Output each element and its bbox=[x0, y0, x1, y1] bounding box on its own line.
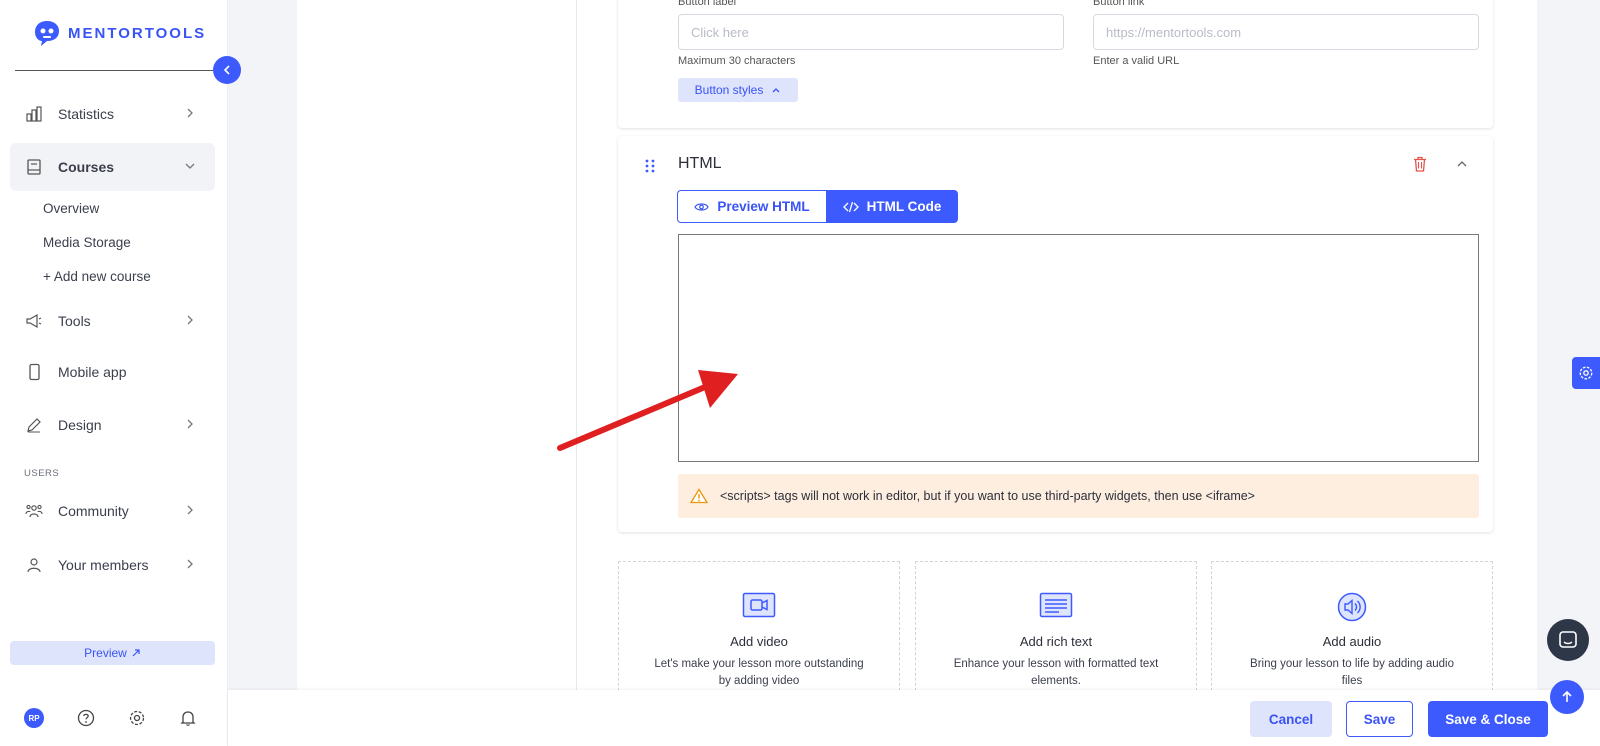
chevron-right-icon bbox=[187, 419, 193, 429]
sidebar-item-label: Design bbox=[58, 417, 102, 433]
tab-preview-html[interactable]: Preview HTML bbox=[677, 190, 826, 223]
drag-handle-icon[interactable] bbox=[644, 158, 656, 174]
book-icon bbox=[24, 157, 44, 177]
save-close-button[interactable]: Save & Close bbox=[1428, 701, 1548, 737]
settings-fab[interactable] bbox=[1572, 357, 1600, 389]
cancel-button[interactable]: Cancel bbox=[1250, 701, 1332, 737]
button-styles-toggle[interactable]: Button styles bbox=[678, 78, 798, 102]
robot-logo-icon bbox=[35, 21, 59, 46]
chat-launcher-button[interactable] bbox=[1547, 619, 1589, 661]
sidebar-item-label: Community bbox=[58, 503, 129, 519]
pencil-icon bbox=[24, 415, 44, 435]
add-rich-text-title: Add rich text bbox=[1019, 634, 1093, 649]
tab-label: HTML Code bbox=[866, 199, 942, 214]
bell-icon[interactable] bbox=[179, 709, 197, 727]
sidebar-item-design[interactable]: Design bbox=[10, 401, 215, 449]
sidebar-subitem-media-storage[interactable]: Media Storage bbox=[43, 235, 131, 250]
video-icon bbox=[742, 592, 776, 618]
chevron-right-icon bbox=[187, 315, 193, 325]
add-audio-card[interactable]: Add audio Bring your lesson to life by a… bbox=[1211, 561, 1493, 696]
save-button[interactable]: Save bbox=[1346, 701, 1413, 737]
rich-text-icon bbox=[1039, 592, 1073, 618]
add-audio-title: Add audio bbox=[1322, 634, 1382, 649]
audio-icon bbox=[1337, 592, 1367, 622]
chevron-right-icon bbox=[187, 505, 193, 515]
tab-label: Preview HTML bbox=[717, 199, 810, 214]
button-label-hint: Maximum 30 characters bbox=[678, 55, 796, 67]
warning-icon bbox=[690, 488, 708, 504]
chevron-right-icon bbox=[187, 108, 193, 118]
chevron-up-icon[interactable] bbox=[1456, 158, 1468, 170]
sidebar-item-your-members[interactable]: Your members bbox=[10, 541, 215, 589]
preview-button[interactable]: Preview bbox=[10, 641, 215, 665]
button-link-title: Button link bbox=[1093, 0, 1145, 8]
sidebar-item-courses[interactable]: Courses bbox=[10, 143, 215, 191]
scroll-to-top-button[interactable] bbox=[1550, 680, 1584, 714]
megaphone-icon bbox=[24, 311, 44, 331]
add-video-card[interactable]: Add video Let's make your lesson more ou… bbox=[618, 561, 900, 696]
button-link-input[interactable] bbox=[1093, 14, 1479, 50]
avatar[interactable]: RP bbox=[24, 708, 44, 728]
add-rich-text-card[interactable]: Add rich text Enhance your lesson with f… bbox=[915, 561, 1197, 696]
button-styles-label: Button styles bbox=[694, 83, 764, 97]
add-video-title: Add video bbox=[730, 634, 788, 649]
sidebar-item-tools[interactable]: Tools bbox=[10, 297, 215, 345]
help-icon[interactable] bbox=[77, 709, 95, 727]
html-tabs: Preview HTML HTML Code bbox=[677, 190, 958, 223]
arrow-up-icon bbox=[1562, 690, 1572, 702]
tab-html-code[interactable]: HTML Code bbox=[826, 190, 958, 223]
gear-icon bbox=[1579, 366, 1593, 380]
sidebar-item-statistics[interactable]: Statistics bbox=[10, 90, 215, 138]
logo[interactable]: MENTORTOOLS bbox=[32, 18, 206, 48]
script-warning: <scripts> tags will not work in editor, … bbox=[678, 474, 1479, 518]
preview-label: Preview bbox=[84, 646, 127, 660]
collapse-sidebar-button[interactable] bbox=[213, 56, 241, 84]
code-icon bbox=[842, 201, 859, 212]
button-label-title: Button label bbox=[678, 0, 737, 8]
external-link-icon bbox=[132, 649, 140, 657]
chevron-down-icon bbox=[185, 163, 195, 169]
phone-icon bbox=[24, 362, 44, 382]
html-block-title: HTML bbox=[678, 155, 722, 172]
sidebar-item-label: Mobile app bbox=[58, 364, 127, 380]
logo-text: MENTORTOOLS bbox=[68, 24, 207, 42]
sidebar-item-label: Tools bbox=[58, 313, 91, 329]
divider bbox=[15, 70, 213, 71]
chevron-up-icon bbox=[772, 88, 780, 93]
trash-icon[interactable] bbox=[1413, 156, 1427, 172]
sidebar-subitem-add-new-course[interactable]: + Add new course bbox=[43, 269, 151, 284]
sidebar-subitem-overview[interactable]: Overview bbox=[43, 201, 99, 216]
sidebar-item-mobile-app[interactable]: Mobile app bbox=[10, 348, 215, 396]
button-link-hint: Enter a valid URL bbox=[1093, 55, 1180, 67]
column-divider bbox=[576, 0, 577, 690]
button-label-input[interactable] bbox=[678, 14, 1064, 50]
sidebar-item-community[interactable]: Community bbox=[10, 487, 215, 535]
chevron-right-icon bbox=[187, 559, 193, 569]
gear-icon[interactable] bbox=[128, 709, 146, 727]
user-icon bbox=[24, 555, 44, 575]
warning-text: <scripts> tags will not work in editor, … bbox=[720, 489, 1255, 503]
sidebar-item-label: Courses bbox=[58, 159, 115, 175]
sidebar-footer: RP bbox=[24, 708, 197, 728]
html-code-editor[interactable] bbox=[678, 234, 1479, 462]
sidebar-item-label: Statistics bbox=[58, 106, 115, 122]
chat-icon bbox=[1559, 631, 1577, 648]
community-icon bbox=[24, 501, 44, 521]
sidebar-item-label: Your members bbox=[58, 557, 149, 573]
add-video-desc: Let's make your lesson more outstanding … bbox=[654, 658, 864, 687]
add-rich-text-desc: Enhance your lesson with formatted text … bbox=[953, 658, 1159, 687]
bar-chart-icon bbox=[24, 104, 44, 124]
chevron-left-icon bbox=[223, 65, 230, 75]
add-audio-desc: Bring your lesson to life by adding audi… bbox=[1250, 658, 1454, 687]
eye-icon bbox=[694, 202, 710, 211]
section-label-users: USERS bbox=[24, 468, 60, 479]
